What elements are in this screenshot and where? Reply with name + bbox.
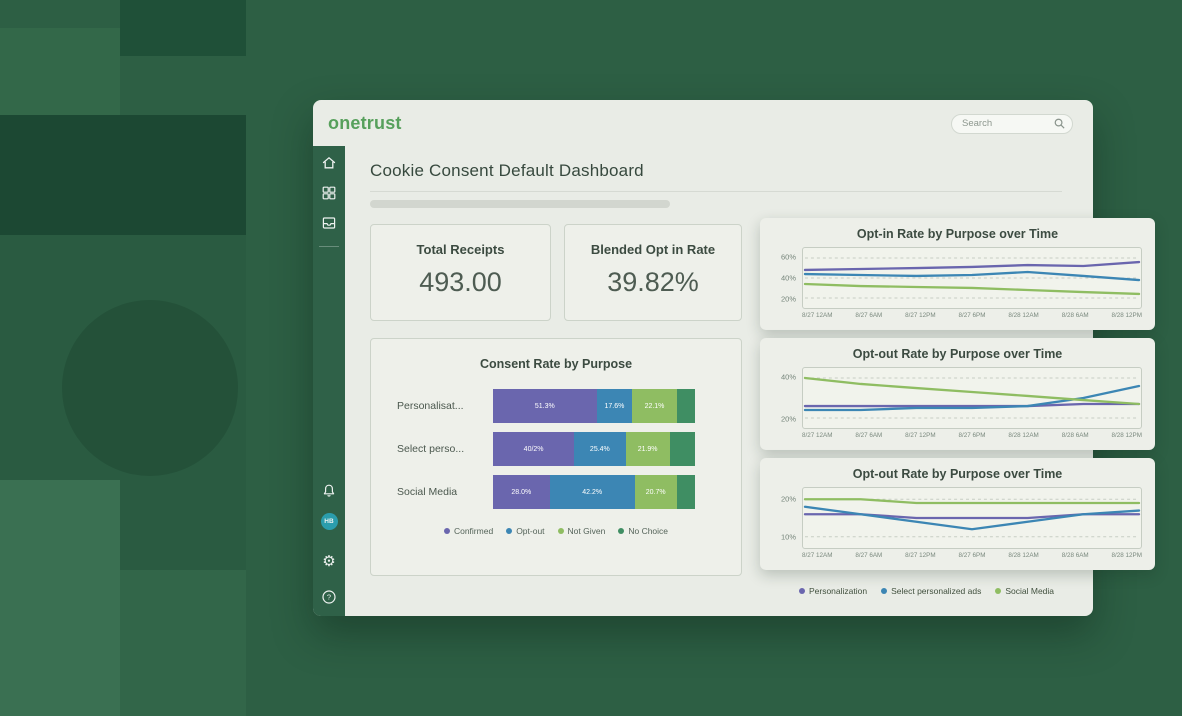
question-icon: ?: [321, 589, 337, 605]
user-avatar[interactable]: HB: [320, 512, 338, 530]
row-label: Personalisat...: [397, 400, 493, 412]
page-title: Cookie Consent Default Dashboard: [370, 161, 644, 181]
gear-icon: ⚙: [322, 554, 335, 569]
x-axis: 8/27 12AM8/27 6AM8/27 12PM8/27 6PM8/28 1…: [802, 432, 1142, 439]
legend-label: Confirmed: [454, 526, 493, 536]
background-shape: [120, 480, 246, 570]
bell-icon: [321, 483, 337, 499]
legend-dot: [444, 528, 450, 534]
chart-title: Opt-in Rate by Purpose over Time: [773, 227, 1142, 241]
legend-label: No Choice: [628, 526, 668, 536]
consent-legend: Confirmed Opt-out Not Given No Choice: [371, 526, 741, 536]
search-icon: [1053, 117, 1066, 130]
y-axis: 40%20%: [773, 367, 802, 429]
legend-dot: [799, 588, 805, 594]
chart-body: 60%40%20%: [773, 247, 1142, 309]
background-circle: [62, 300, 238, 476]
legend-label: Opt-out: [516, 526, 544, 536]
kpi-value: 493.00: [371, 267, 550, 298]
line-charts-legend: Personalization Select personalized ads …: [760, 586, 1093, 596]
chart-row: Select perso... 40/2%25.4%21.9%: [397, 432, 695, 466]
chart-title: Opt-out Rate by Purpose over Time: [773, 347, 1142, 361]
y-axis: 60%40%20%: [773, 247, 802, 309]
legend-dot: [618, 528, 624, 534]
legend-item: Confirmed: [444, 526, 493, 536]
row-label: Social Media: [397, 486, 493, 498]
settings-button[interactable]: ⚙: [320, 552, 338, 570]
avatar-initials: HB: [321, 513, 338, 530]
notifications-button[interactable]: [320, 482, 338, 500]
background-shape: [0, 480, 120, 716]
sidebar-item-apps[interactable]: [320, 184, 338, 202]
search-box: [951, 113, 1073, 133]
legend-dot: [558, 528, 564, 534]
legend-dot: [995, 588, 1001, 594]
onetrust-logo[interactable]: onetrust: [328, 113, 402, 134]
stacked-bar: 28.0%42.2%20.7%: [493, 475, 695, 509]
chart-row: Personalisat... 51.3%17.6%22.1%: [397, 389, 695, 423]
chart-body: 40%20%: [773, 367, 1142, 429]
sidebar-item-home[interactable]: [320, 154, 338, 172]
legend-label: Select personalized ads: [891, 586, 981, 596]
loading-bar: [370, 200, 670, 208]
consent-rate-chart-card: Consent Rate by Purpose Personalisat... …: [370, 338, 742, 576]
app-header: onetrust: [313, 100, 1093, 146]
background-shape: [120, 0, 246, 56]
line-plot: [802, 487, 1142, 549]
desktop-background: onetrust: [0, 0, 1182, 716]
opt-out-rate-chart-card: Opt-out Rate by Purpose over Time 40%20%…: [760, 338, 1155, 450]
stacked-bar-chart: Personalisat... 51.3%17.6%22.1% Select p…: [371, 389, 741, 509]
legend-dot: [881, 588, 887, 594]
chart-title: Opt-out Rate by Purpose over Time: [773, 467, 1142, 481]
legend-item: Opt-out: [506, 526, 544, 536]
app-window: onetrust: [313, 100, 1093, 616]
legend-item: Social Media: [995, 586, 1054, 596]
x-axis: 8/27 12AM8/27 6AM8/27 12PM8/27 6PM8/28 1…: [802, 312, 1142, 319]
chart-title: Consent Rate by Purpose: [371, 357, 741, 371]
apps-grid-icon: [321, 185, 337, 201]
legend-label: Not Given: [568, 526, 606, 536]
x-axis: 8/27 12AM8/27 6AM8/27 12PM8/27 6PM8/28 1…: [802, 552, 1142, 559]
sidebar-item-inbox[interactable]: [320, 214, 338, 232]
kpi-label: Total Receipts: [371, 242, 550, 257]
legend-item: No Choice: [618, 526, 668, 536]
y-axis: 20%10%: [773, 487, 802, 549]
opt-in-rate-chart-card: Opt-in Rate by Purpose over Time 60%40%2…: [760, 218, 1155, 330]
background-shape: [120, 570, 246, 716]
kpi-value: 39.82%: [565, 267, 741, 298]
chart-body: 20%10%: [773, 487, 1142, 549]
line-chart-svg: [803, 368, 1141, 428]
background-shape: [0, 28, 120, 115]
legend-item: Personalization: [799, 586, 867, 596]
stacked-bar: 51.3%17.6%22.1%: [493, 389, 695, 423]
chart-row: Social Media 28.0%42.2%20.7%: [397, 475, 695, 509]
help-button[interactable]: ?: [320, 588, 338, 606]
home-icon: [321, 155, 337, 171]
line-chart-svg: [803, 248, 1141, 308]
sidebar-divider: [319, 246, 339, 247]
row-label: Select perso...: [397, 443, 493, 455]
kpi-card-blended-opt-in-rate: Blended Opt in Rate 39.82%: [564, 224, 742, 321]
legend-dot: [506, 528, 512, 534]
sidebar: HB ⚙ ?: [313, 146, 345, 616]
line-plot: [802, 247, 1142, 309]
svg-text:?: ?: [327, 593, 331, 602]
legend-label: Personalization: [809, 586, 867, 596]
opt-out-rate-chart-card-2: Opt-out Rate by Purpose over Time 20%10%…: [760, 458, 1155, 570]
title-divider: [370, 191, 1062, 192]
kpi-label: Blended Opt in Rate: [565, 242, 741, 257]
background-shape: [0, 115, 246, 235]
legend-item: Not Given: [558, 526, 606, 536]
line-plot: [802, 367, 1142, 429]
stacked-bar: 40/2%25.4%21.9%: [493, 432, 695, 466]
legend-item: Select personalized ads: [881, 586, 981, 596]
legend-label: Social Media: [1005, 586, 1054, 596]
line-chart-svg: [803, 488, 1141, 548]
kpi-card-total-receipts: Total Receipts 493.00: [370, 224, 551, 321]
inbox-tray-icon: [321, 215, 337, 231]
